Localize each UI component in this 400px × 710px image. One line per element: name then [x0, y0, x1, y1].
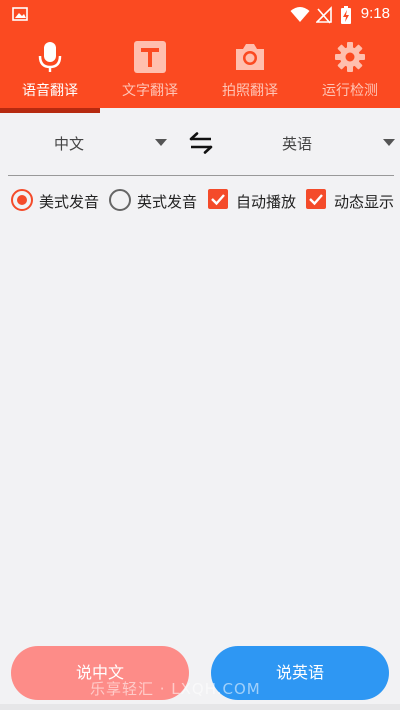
no-signal-icon: [316, 6, 332, 24]
british-pronunciation-label: 英式发音: [137, 193, 198, 211]
chevron-down-icon: [155, 139, 167, 146]
american-pronunciation-radio[interactable]: 美式发音: [11, 183, 103, 219]
autoplay-label: 自动播放: [236, 193, 297, 211]
wifi-icon: [290, 7, 310, 22]
source-language-select[interactable]: 中文: [0, 113, 180, 175]
watermark: 乐享轻汇 · LXQH.COM: [90, 680, 261, 698]
camera-icon: [236, 44, 264, 70]
radio-unselected-icon: [109, 189, 131, 211]
speak-english-label: 说英语: [275, 663, 324, 682]
divider: [8, 175, 394, 176]
tab-bar: 语音翻译 文字翻译 拍照翻译 运行检测: [0, 30, 400, 108]
swap-arrows-icon[interactable]: [189, 132, 213, 154]
gear-icon: [335, 42, 365, 72]
checkbox-checked-icon: [306, 189, 326, 209]
british-pronunciation-radio[interactable]: 英式发音: [109, 183, 201, 219]
source-language-value: 中文: [54, 135, 85, 153]
language-selector-row: 中文 英语: [0, 113, 400, 175]
tab-label: 拍照翻译: [222, 83, 278, 99]
dynamic-display-checkbox[interactable]: 动态显示: [306, 183, 398, 219]
status-bar: 9:18: [0, 0, 400, 30]
image-notification-icon: [12, 7, 28, 21]
radio-selected-icon: [11, 189, 33, 211]
navigation-bar: [0, 704, 400, 710]
tab-label: 文字翻译: [122, 83, 178, 99]
tab-label: 语音翻译: [22, 83, 78, 99]
chevron-down-icon: [383, 139, 395, 146]
microphone-icon: [38, 42, 62, 72]
tab-run-check[interactable]: 运行检测: [300, 30, 400, 108]
translation-content-area: [0, 225, 400, 635]
battery-charging-icon: [341, 6, 351, 24]
tab-label: 运行检测: [322, 83, 378, 99]
text-t-icon: [134, 41, 166, 73]
american-pronunciation-label: 美式发音: [39, 193, 100, 211]
tab-voice-translate[interactable]: 语音翻译: [0, 30, 100, 108]
checkbox-checked-icon: [208, 189, 228, 209]
tab-photo-translate[interactable]: 拍照翻译: [200, 30, 300, 108]
status-time: 9:18: [360, 5, 390, 22]
target-language-value: 英语: [282, 135, 313, 153]
dynamic-display-label: 动态显示: [334, 193, 395, 211]
target-language-select[interactable]: 英语: [220, 113, 400, 175]
options-row: 美式发音 英式发音 自动播放 动态显示: [0, 183, 400, 219]
tab-text-translate[interactable]: 文字翻译: [100, 30, 200, 108]
autoplay-checkbox[interactable]: 自动播放: [208, 183, 300, 219]
